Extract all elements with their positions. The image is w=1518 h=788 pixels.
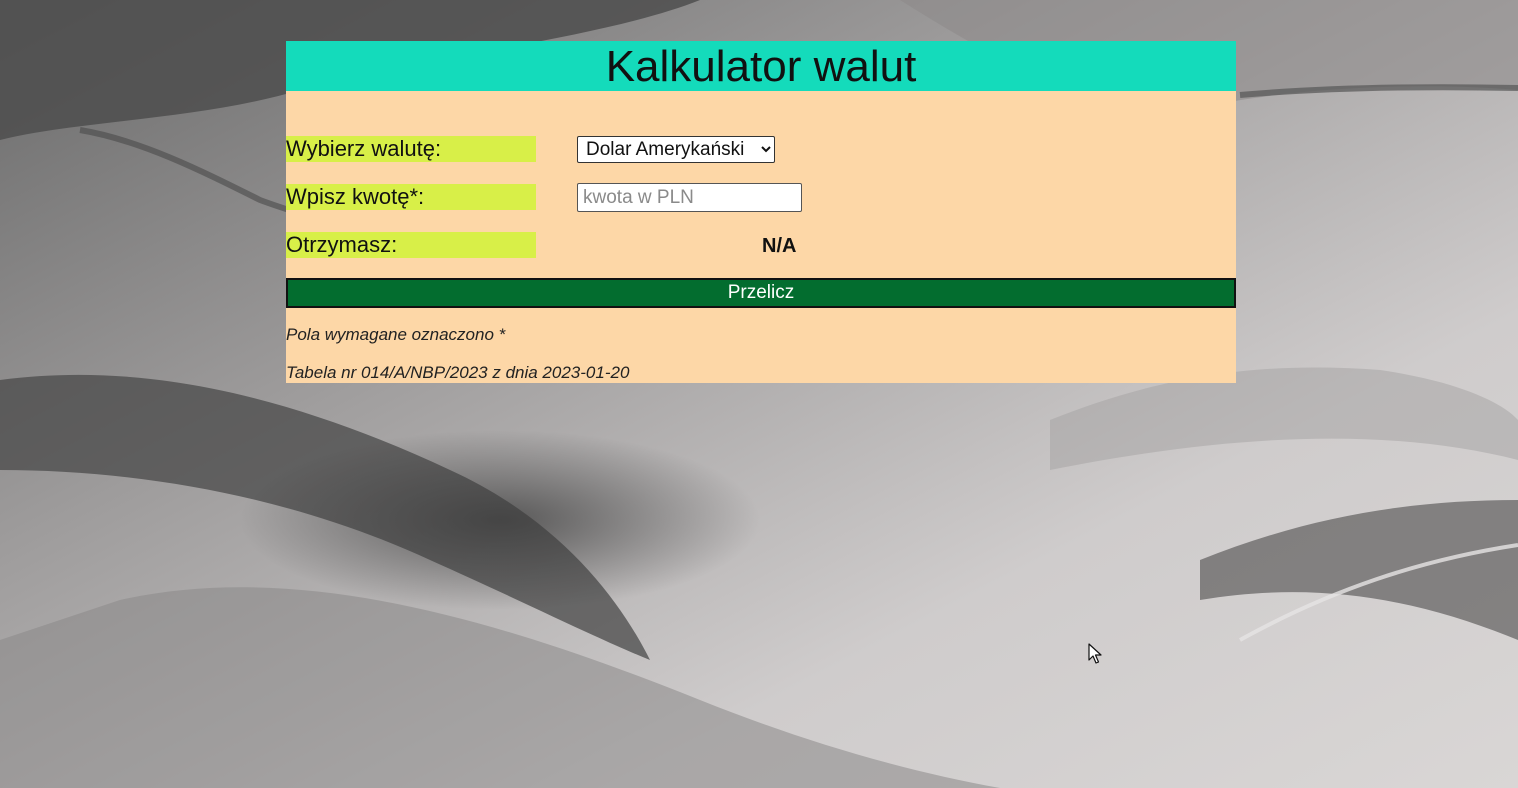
mouse-pointer-icon	[1088, 643, 1102, 670]
required-fields-note: Pola wymagane oznaczono *	[286, 325, 506, 344]
result-label: Otrzymasz:	[286, 232, 536, 258]
result-value: N/A	[762, 235, 797, 257]
amount-label: Wpisz kwotę*:	[286, 184, 536, 210]
header-bar: Kalkulator walut	[286, 41, 1236, 91]
exchange-table-info: Tabela nr 014/A/NBP/2023 z dnia 2023-01-…	[286, 363, 630, 382]
currency-select[interactable]: Dolar Amerykański	[577, 136, 775, 163]
page-title: Kalkulator walut	[605, 42, 917, 91]
convert-button[interactable]: Przelicz	[286, 278, 1236, 308]
amount-input[interactable]	[577, 183, 802, 212]
currency-calculator-panel: Kalkulator walut Wybierz walutę: Dolar A…	[286, 41, 1236, 383]
currency-label: Wybierz walutę:	[286, 136, 536, 162]
